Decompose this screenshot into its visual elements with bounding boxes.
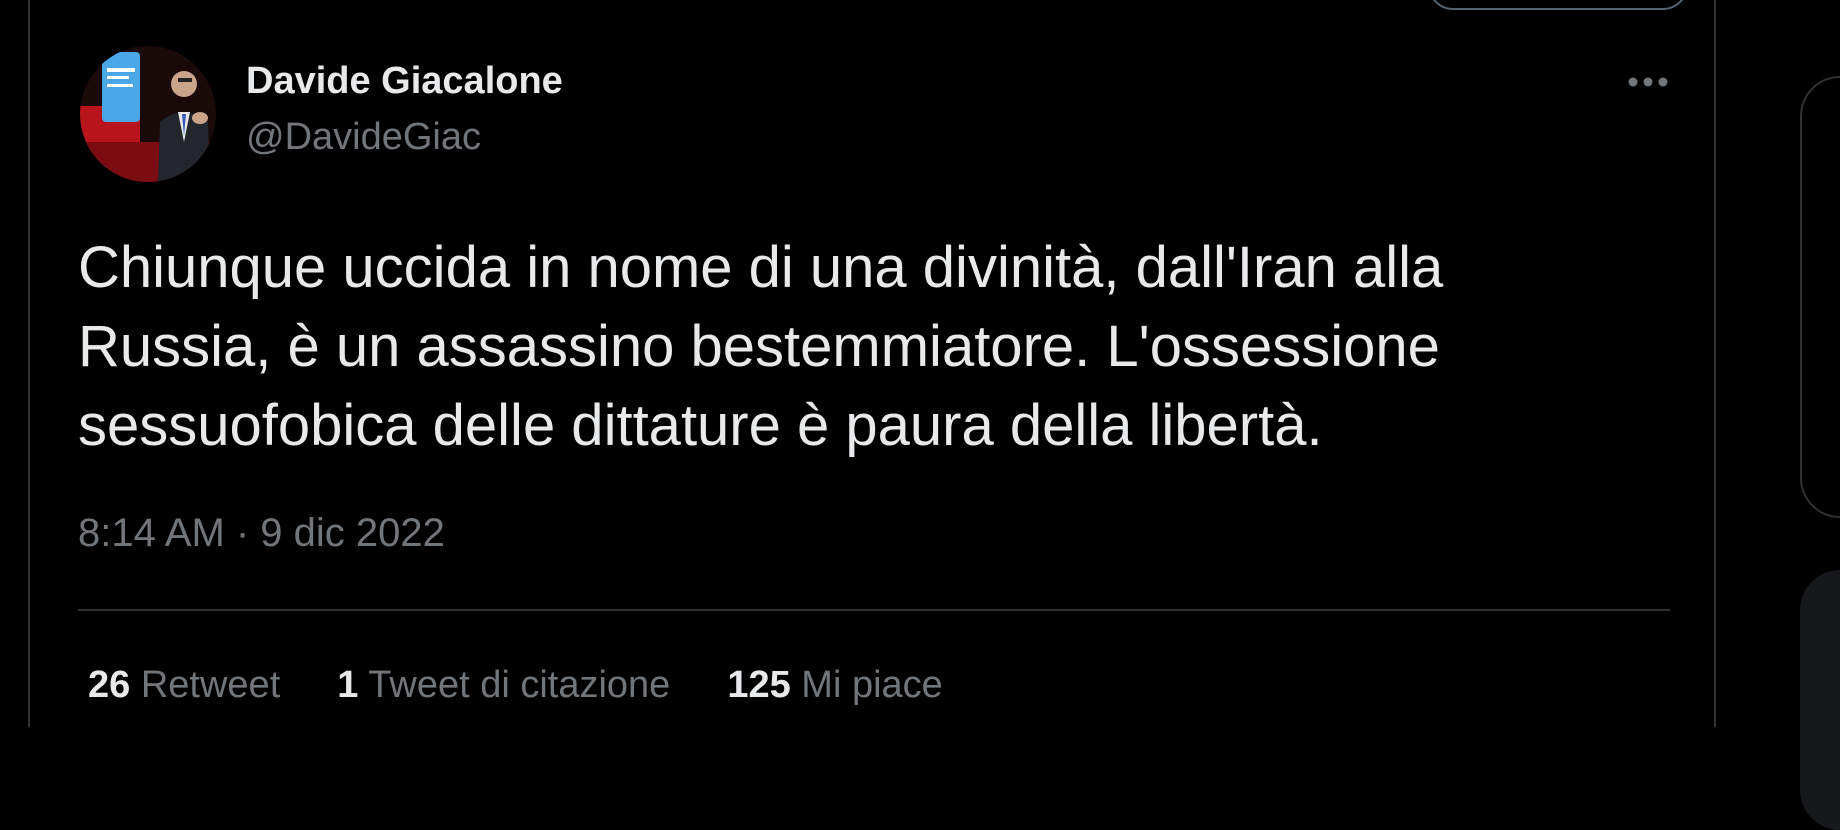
more-horizontal-icon[interactable]: [1618, 64, 1678, 100]
sidebar-panel-edge: [1800, 76, 1840, 518]
quotes-stat[interactable]: 1 Tweet di citazione: [337, 664, 670, 707]
tweet-detail-column: Davide Giacalone @DavideGiac Chiunque uc…: [28, 0, 1716, 727]
tweet-text-line: Russia, è un assassino bestemmiatore. L'…: [78, 314, 1440, 379]
retweets-label: Retweet: [140, 664, 281, 706]
avatar[interactable]: [80, 46, 216, 182]
tweet-stats: 26 Retweet 1 Tweet di citazione 125 Mi p…: [88, 664, 1000, 707]
likes-stat[interactable]: 125 Mi piace: [727, 664, 942, 707]
author-handle[interactable]: @DavideGiac: [246, 116, 481, 159]
divider: [78, 609, 1670, 611]
profile-photo-icon: [80, 46, 216, 182]
author-display-name[interactable]: Davide Giacalone: [246, 60, 563, 103]
sidebar-card-edge: [1800, 570, 1840, 830]
quotes-label: Tweet di citazione: [368, 664, 671, 706]
likes-label: Mi piace: [801, 664, 943, 706]
retweets-count: 26: [88, 664, 131, 706]
tweet-timestamp[interactable]: 8:14 AM · 9 dic 2022: [78, 511, 445, 556]
top-action-button-edge[interactable]: [1428, 0, 1688, 10]
likes-count: 125: [727, 664, 791, 706]
tweet-text: Chiunque uccida in nome di una divinità,…: [78, 228, 1698, 465]
retweets-stat[interactable]: 26 Retweet: [88, 664, 280, 707]
tweet-text-line: Chiunque uccida in nome di una divinità,…: [78, 235, 1444, 300]
tweet-text-line: sessuofobica delle dittature è paura del…: [78, 393, 1323, 458]
quotes-count: 1: [337, 664, 359, 706]
